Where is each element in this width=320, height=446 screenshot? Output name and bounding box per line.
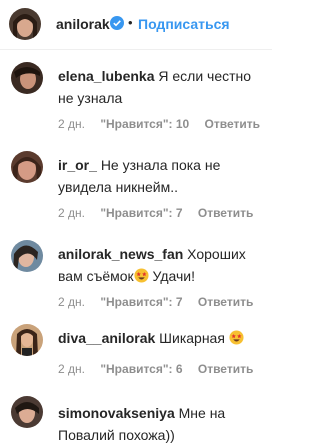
verified-badge-icon (110, 16, 124, 30)
author-username[interactable]: anilorak (56, 16, 110, 32)
commenter-avatar[interactable] (11, 151, 43, 183)
comment-text: ir_or_ Не узнала пока не увидела никнейм… (58, 154, 264, 198)
comment-time[interactable]: 2 дн. (58, 295, 85, 309)
comment-time[interactable]: 2 дн. (58, 206, 85, 220)
comment-likes[interactable]: "Нравится": 7 (100, 206, 182, 220)
comment-text: anilorak_news_fan Хороших вам съёмок Уда… (58, 243, 264, 287)
comment-meta: 2 дн. "Нравится": 7 Ответить (58, 206, 265, 220)
comment-meta: 2 дн. "Нравится": 6 Ответить (58, 362, 265, 376)
commenter-avatar[interactable] (11, 62, 43, 94)
comment-likes[interactable]: "Нравится": 10 (100, 117, 189, 131)
star-struck-emoji-icon (134, 268, 149, 283)
comment-body-suffix: Удачи! (148, 268, 195, 284)
comment-likes[interactable]: "Нравится": 6 (100, 362, 182, 376)
post-header: anilorak • Подписаться (0, 0, 272, 50)
comment-meta: 2 дн. "Нравится": 7 Ответить (58, 295, 265, 309)
star-struck-emoji-icon (229, 330, 244, 345)
author-avatar[interactable] (9, 8, 41, 40)
comment-time[interactable]: 2 дн. (58, 362, 85, 376)
commenter-avatar[interactable] (11, 396, 43, 428)
follow-button[interactable]: Подписаться (138, 16, 230, 32)
reply-button[interactable]: Ответить (205, 117, 260, 131)
header-separator: • (128, 15, 133, 30)
commenter-avatar[interactable] (11, 324, 43, 356)
comment-text: diva__anilorak Шикарная (58, 327, 264, 349)
commenter-avatar[interactable] (11, 240, 43, 272)
comment-time[interactable]: 2 дн. (58, 117, 85, 131)
comment-username[interactable]: ir_or_ (58, 157, 97, 173)
comment-text: elena_lubenka Я если честно не узнала (58, 65, 264, 109)
comment-username[interactable]: simonovakseniya (58, 405, 175, 421)
comment-text: simonovakseniya Мне на Повалий похожа)) (58, 402, 264, 446)
comment-likes[interactable]: "Нравится": 7 (100, 295, 182, 309)
comment-body: Шикарная (159, 330, 225, 346)
reply-button[interactable]: Ответить (198, 295, 253, 309)
reply-button[interactable]: Ответить (198, 362, 253, 376)
reply-button[interactable]: Ответить (198, 206, 253, 220)
comment-username[interactable]: elena_lubenka (58, 68, 155, 84)
comment-meta: 2 дн. "Нравится": 10 Ответить (58, 117, 272, 131)
comment-username[interactable]: anilorak_news_fan (58, 246, 183, 262)
comment-username[interactable]: diva__anilorak (58, 330, 155, 346)
